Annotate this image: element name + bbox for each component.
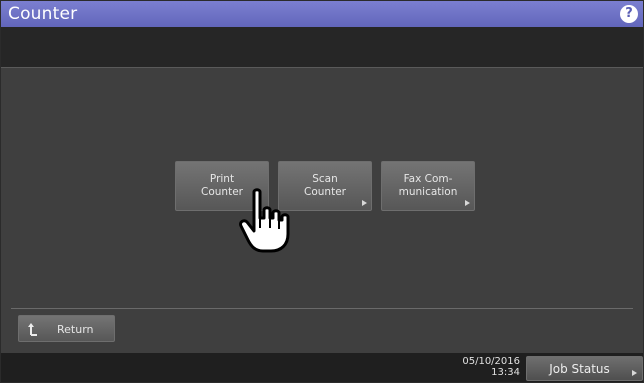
content-divider xyxy=(11,308,633,309)
main-content: Print Counter Scan Counter Fax Com- muni… xyxy=(1,68,643,353)
submenu-arrow-icon xyxy=(632,370,637,376)
job-status-button[interactable]: Job Status xyxy=(526,356,643,381)
time-text: 13:34 xyxy=(491,367,520,378)
return-button[interactable]: Return xyxy=(18,315,115,342)
submenu-arrow-icon xyxy=(465,200,470,206)
pointing-hand-icon xyxy=(239,188,290,253)
date-time-display: 05/10/2016 13:34 xyxy=(462,356,520,378)
job-status-label: Job Status xyxy=(549,362,610,376)
fax-communication-label-line2: munication xyxy=(398,186,458,198)
return-label: Return xyxy=(57,323,94,336)
date-text: 05/10/2016 xyxy=(462,356,520,367)
page-title: Counter xyxy=(8,4,78,24)
help-icon[interactable]: ? xyxy=(620,5,638,23)
fax-communication-label-line1: Fax Com- xyxy=(403,173,453,185)
title-bar: Counter ? xyxy=(1,1,643,27)
status-bar: 05/10/2016 13:34 Job Status xyxy=(1,353,643,382)
return-arrow-icon xyxy=(28,323,37,336)
print-counter-label-line1: Print xyxy=(209,173,235,185)
message-area xyxy=(1,27,643,67)
counter-screen: Counter ? Print Counter Scan Counter Fax… xyxy=(0,0,644,383)
fax-communication-button[interactable]: Fax Com- munication xyxy=(381,161,475,211)
scan-counter-label-line1: Scan xyxy=(312,173,338,185)
submenu-arrow-icon xyxy=(362,200,367,206)
